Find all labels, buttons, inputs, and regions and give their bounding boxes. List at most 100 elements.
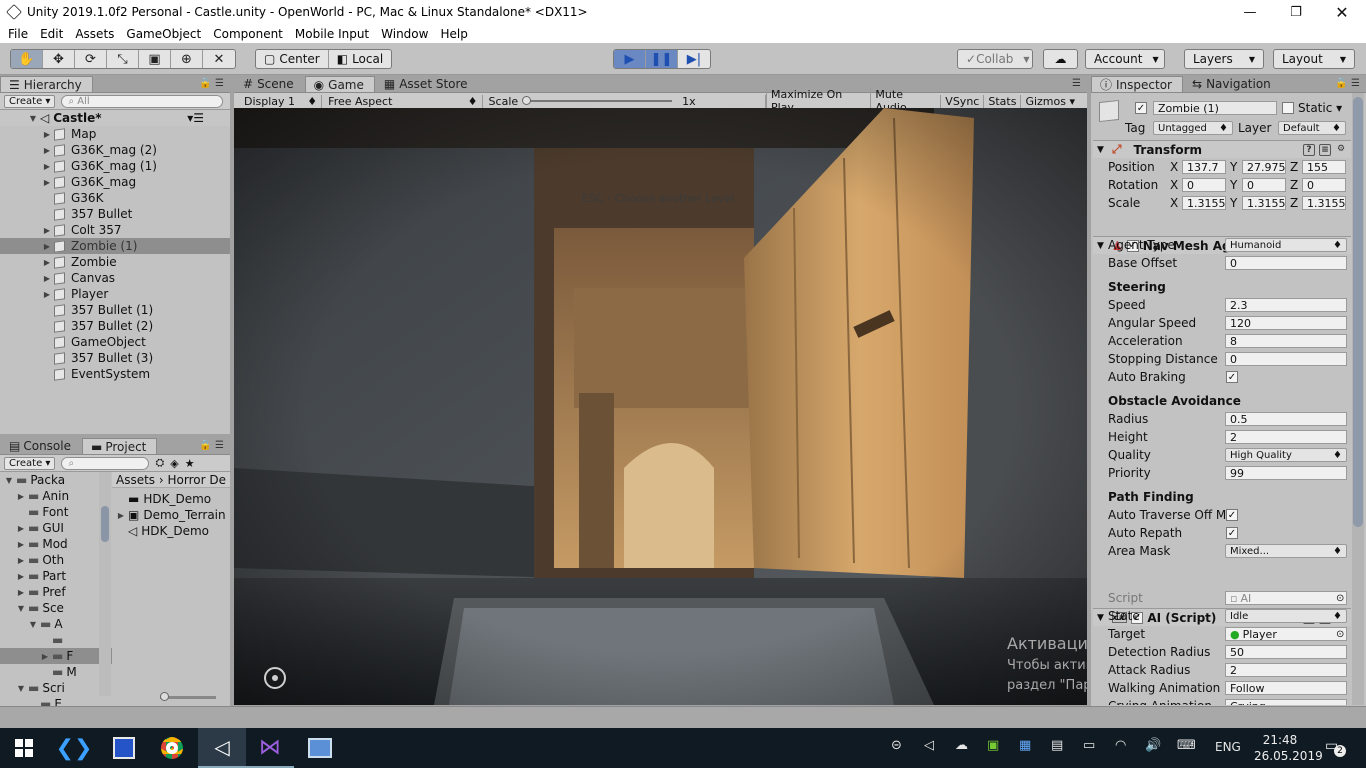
expand-arrow-icon[interactable]: ▼ bbox=[16, 604, 26, 613]
auto-braking-checkbox[interactable]: ✓ bbox=[1226, 371, 1238, 383]
menu-file[interactable]: File bbox=[8, 27, 28, 41]
pivot-center-button[interactable]: ▢ Center bbox=[256, 50, 329, 68]
project-tree-item[interactable]: ▶ ▬ Anin bbox=[0, 488, 112, 504]
hierarchy-item[interactable]: 357 Bullet (3) bbox=[0, 350, 230, 366]
auto-repath-checkbox[interactable]: ✓ bbox=[1226, 527, 1238, 539]
hierarchy-item[interactable]: ▶ G36K_mag (2) bbox=[0, 142, 230, 158]
view-menu-icon[interactable]: ☰ bbox=[1072, 78, 1081, 89]
menu-assets[interactable]: Assets bbox=[75, 27, 114, 41]
menu-edit[interactable]: Edit bbox=[40, 27, 63, 41]
window-tray-icon[interactable]: ▤ bbox=[1051, 738, 1063, 753]
chrome-icon[interactable] bbox=[148, 728, 196, 768]
project-tree-item[interactable]: ▼ ▬ A bbox=[0, 616, 112, 632]
tag-dropdown[interactable]: Untagged ♦ bbox=[1153, 121, 1233, 135]
inspector-scrollbar[interactable] bbox=[1352, 93, 1364, 705]
layer-dropdown[interactable]: Default ♦ bbox=[1278, 121, 1346, 135]
unity-tray-icon[interactable]: ◁ bbox=[924, 738, 934, 753]
hierarchy-item[interactable]: 357 Bullet (2) bbox=[0, 318, 230, 334]
hierarchy-search-input[interactable]: ⌕ All bbox=[61, 94, 224, 108]
create-dropdown[interactable]: Create ▾ bbox=[4, 94, 56, 108]
visual-studio-icon[interactable]: ⋈ bbox=[246, 728, 294, 768]
angular-speed-field[interactable]: 120 bbox=[1225, 316, 1347, 330]
wifi-icon[interactable]: ◠ bbox=[1115, 738, 1126, 753]
help-icon[interactable]: ? bbox=[1303, 143, 1315, 156]
hierarchy-item[interactable]: ▶ Canvas bbox=[0, 270, 230, 286]
quality-field[interactable]: High Quality ♦ bbox=[1225, 448, 1347, 462]
maximize-button[interactable]: ❐ bbox=[1273, 0, 1319, 24]
slider-handle[interactable] bbox=[160, 692, 169, 701]
position-y-field[interactable]: 27.975 bbox=[1242, 160, 1286, 174]
project-tree-item[interactable]: ▬ E bbox=[0, 696, 112, 706]
hierarchy-item[interactable]: GameObject bbox=[0, 334, 230, 350]
close-button[interactable]: ✕ bbox=[1319, 0, 1365, 24]
gizmos-dropdown[interactable]: Gizmos ▾ bbox=[1020, 94, 1087, 108]
layout-dropdown[interactable]: Layout ▼ bbox=[1273, 49, 1355, 69]
active-checkbox[interactable]: ✓ bbox=[1135, 102, 1147, 114]
project-tree-item[interactable]: ▬ bbox=[0, 632, 112, 648]
scale-y-field[interactable]: 1.3155 bbox=[1242, 196, 1286, 210]
hierarchy-item[interactable]: ▶ Map bbox=[0, 126, 230, 142]
nvidia-tray-icon[interactable]: ▣ bbox=[987, 738, 999, 753]
project-search-input[interactable]: ⌕ bbox=[61, 456, 150, 470]
list-item[interactable]: ▬ HDK_Demo bbox=[116, 491, 230, 507]
foldout-arrow-icon[interactable]: ▼ bbox=[1097, 145, 1104, 155]
expand-arrow-icon[interactable]: ▶ bbox=[42, 162, 52, 171]
scale-z-field[interactable]: 1.3155 bbox=[1302, 196, 1346, 210]
auto-traverse-checkbox[interactable]: ✓ bbox=[1226, 509, 1238, 521]
display-dropdown[interactable]: Display 1 ♦ bbox=[238, 94, 323, 108]
tab-console[interactable]: ▤ Console bbox=[0, 438, 82, 454]
expand-arrow-icon[interactable]: ▼ bbox=[4, 476, 14, 485]
stats-toggle[interactable]: Stats bbox=[983, 94, 1020, 108]
rect-tool-icon[interactable]: ▣ bbox=[139, 50, 171, 68]
onedrive-tray-icon[interactable]: ☁ bbox=[955, 738, 968, 753]
menu-help[interactable]: Help bbox=[440, 27, 467, 41]
project-tree-item[interactable]: ▶ ▬ Oth bbox=[0, 552, 112, 568]
scale-x-field[interactable]: 1.3155 bbox=[1182, 196, 1226, 210]
hand-tool-icon[interactable]: ✋ bbox=[11, 50, 43, 68]
hierarchy-item[interactable]: 357 Bullet (1) bbox=[0, 302, 230, 318]
keyboard-icon[interactable]: ⌨ bbox=[1177, 738, 1196, 753]
tab-scene[interactable]: # Scene bbox=[234, 76, 305, 92]
hierarchy-item[interactable]: ▶ Zombie (1) bbox=[0, 238, 230, 254]
rotate-tool-icon[interactable]: ⟳ bbox=[75, 50, 107, 68]
clock[interactable]: 21:48 26.05.2019 bbox=[1254, 732, 1323, 764]
expand-arrow-icon[interactable]: ▶ bbox=[42, 146, 52, 155]
project-tree-item[interactable]: ▼ ▬ Packa bbox=[0, 472, 112, 488]
notification-center-icon[interactable]: ▭ 2 bbox=[1325, 738, 1346, 757]
area-mask-field[interactable]: Mixed... ♦ bbox=[1225, 544, 1347, 558]
settings-gear-icon[interactable]: ⚙ bbox=[1335, 144, 1347, 156]
expand-arrow-icon[interactable]: ▶ bbox=[16, 524, 26, 533]
attack-radius-field[interactable]: 2 bbox=[1225, 663, 1347, 677]
inspector-scrollbar-thumb[interactable] bbox=[1353, 97, 1363, 527]
collab-dropdown[interactable]: ✓ Collab ▼ bbox=[957, 49, 1033, 69]
menu-gameobject[interactable]: GameObject bbox=[126, 27, 201, 41]
paint-icon[interactable] bbox=[296, 728, 344, 768]
object-picker-icon[interactable]: ⊙ bbox=[1336, 593, 1344, 604]
filter-label-icon[interactable]: ◈ bbox=[170, 457, 178, 470]
vsync-toggle[interactable]: VSync bbox=[940, 94, 983, 108]
step-icon[interactable]: ▶| bbox=[678, 50, 710, 68]
aspect-dropdown[interactable]: Free Aspect ♦ bbox=[322, 94, 483, 108]
position-z-field[interactable]: 155 bbox=[1302, 160, 1346, 174]
move-tool-icon[interactable]: ✥ bbox=[43, 50, 75, 68]
language-indicator[interactable]: ENG bbox=[1215, 740, 1241, 754]
hierarchy-item[interactable]: G36K bbox=[0, 190, 230, 206]
pause-icon[interactable]: ❚❚ bbox=[646, 50, 678, 68]
volume-icon[interactable]: 🔊 bbox=[1145, 738, 1161, 753]
tab-hierarchy[interactable]: ☰ Hierarchy bbox=[0, 76, 93, 92]
object-picker-icon[interactable]: ⊙ bbox=[1336, 629, 1344, 640]
scale-slider-handle[interactable] bbox=[522, 96, 532, 105]
cloud-button[interactable]: ☁ bbox=[1043, 49, 1078, 69]
height-field[interactable]: 2 bbox=[1225, 430, 1347, 444]
agent-type-field[interactable]: Humanoid ♦ bbox=[1225, 238, 1347, 252]
link-tray-icon[interactable]: ⊝ bbox=[891, 738, 902, 753]
breadcrumb-folder[interactable]: Horror De bbox=[168, 473, 226, 487]
hierarchy-item[interactable]: ▶ Zombie bbox=[0, 254, 230, 270]
menu-component[interactable]: Component bbox=[213, 27, 283, 41]
project-tree-item[interactable]: ▼ ▬ Scri bbox=[0, 680, 112, 696]
expand-arrow-icon[interactable]: ▶ bbox=[42, 130, 52, 139]
crying-animation-field[interactable]: Crying bbox=[1225, 699, 1347, 705]
list-item[interactable]: ▶ ▣ Demo_Terrain bbox=[116, 507, 230, 523]
collapse-arrow-icon[interactable]: ▼ bbox=[28, 114, 38, 123]
rotation-x-field[interactable]: 0 bbox=[1182, 178, 1226, 192]
